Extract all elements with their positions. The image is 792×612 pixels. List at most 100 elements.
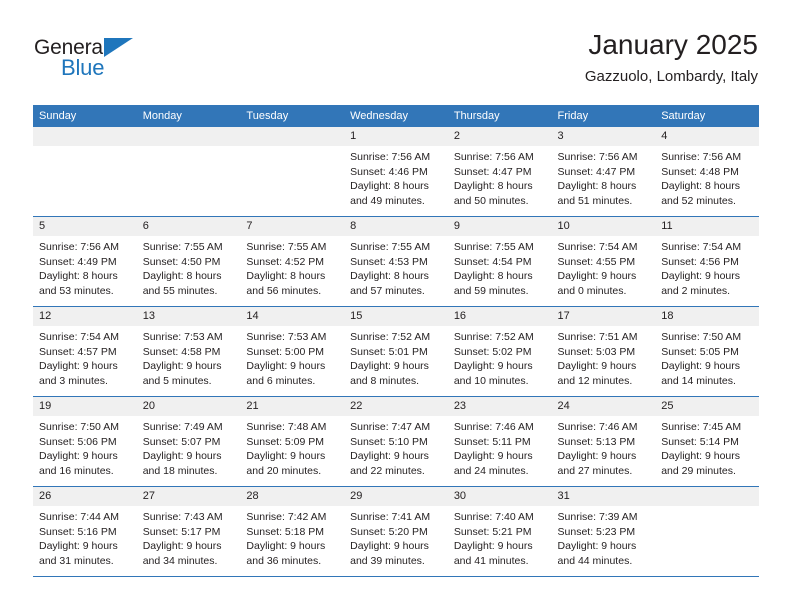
calendar-day-cell[interactable]: 7 Sunrise: 7:55 AM Sunset: 4:52 PM Daylight… xyxy=(240,216,345,307)
daylight-text-line1: Daylight: 9 hours xyxy=(350,540,429,553)
sunset-text: Sunset: 4:53 PM xyxy=(350,255,428,268)
weekday-header-friday: Friday xyxy=(551,105,656,127)
weekday-header-monday: Monday xyxy=(136,105,241,127)
day-details: Sunrise: 7:42 AM Sunset: 5:18 PM Daylight:… xyxy=(240,506,344,568)
calendar-day-cell[interactable]: 8 Sunrise: 7:55 AM Sunset: 4:53 PM Daylight… xyxy=(344,216,448,307)
sunset-text: Sunset: 4:47 PM xyxy=(557,165,636,178)
daylight-text-line1: Daylight: 9 hours xyxy=(39,540,118,553)
calendar-day-cell[interactable]: 3 Sunrise: 7:56 AM Sunset: 4:47 PM Daylight… xyxy=(551,127,656,217)
daylight-text-line2: and 39 minutes. xyxy=(350,554,425,567)
daylight-text-line2: and 53 minutes. xyxy=(39,284,114,297)
day-number: 17 xyxy=(551,307,656,326)
calendar-day-cell[interactable]: 23 Sunrise: 7:46 AM Sunset: 5:11 PM Dayligh… xyxy=(447,396,552,487)
sunrise-text: Sunrise: 7:54 AM xyxy=(661,241,742,253)
calendar-day-cell[interactable]: 27 Sunrise: 7:43 AM Sunset: 5:17 PM Dayligh… xyxy=(136,486,241,577)
sunset-text: Sunset: 5:16 PM xyxy=(39,525,117,538)
calendar-day-cell[interactable]: 11 Sunrise: 7:54 AM Sunset: 4:56 PM Dayligh… xyxy=(655,216,759,307)
sunset-text: Sunset: 4:58 PM xyxy=(142,345,221,358)
calendar-day-cell[interactable]: 28 Sunrise: 7:42 AM Sunset: 5:18 PM Dayligh… xyxy=(240,486,345,577)
day-details: Sunrise: 7:55 AM Sunset: 4:52 PM Daylight:… xyxy=(240,236,344,298)
day-number: 11 xyxy=(655,217,759,236)
calendar-day-cell[interactable]: 20 Sunrise: 7:49 AM Sunset: 5:07 PM Dayligh… xyxy=(136,396,241,487)
daylight-text-line1: Daylight: 9 hours xyxy=(453,540,533,553)
sunset-text: Sunset: 4:48 PM xyxy=(661,165,739,178)
calendar-day-cell[interactable]: 25 Sunrise: 7:45 AM Sunset: 5:14 PM Dayligh… xyxy=(655,396,759,487)
day-details: Sunrise: 7:54 AM Sunset: 4:55 PM Daylight:… xyxy=(552,236,656,298)
calendar-day-cell[interactable]: 17 Sunrise: 7:51 AM Sunset: 5:03 PM Dayligh… xyxy=(551,306,656,397)
calendar-day-cell[interactable]: 10 Sunrise: 7:54 AM Sunset: 4:55 PM Dayligh… xyxy=(551,216,656,307)
sunset-text: Sunset: 4:46 PM xyxy=(350,165,428,178)
sunset-text: Sunset: 4:56 PM xyxy=(661,255,739,268)
day-number: 9 xyxy=(447,217,552,236)
calendar-day-cell[interactable]: 30 Sunrise: 7:40 AM Sunset: 5:21 PM Dayligh… xyxy=(447,486,552,577)
daylight-text-line2: and 57 minutes. xyxy=(350,284,425,297)
calendar-day-cell[interactable]: 6 Sunrise: 7:55 AM Sunset: 4:50 PM Daylight… xyxy=(136,216,241,307)
calendar-day-cell[interactable]: 9 Sunrise: 7:55 AM Sunset: 4:54 PM Daylight… xyxy=(447,216,552,307)
sunset-text: Sunset: 4:50 PM xyxy=(142,255,221,268)
sunset-text: Sunset: 4:54 PM xyxy=(453,255,532,268)
day-details: Sunrise: 7:54 AM Sunset: 4:57 PM Daylight:… xyxy=(33,326,137,388)
calendar-day-cell[interactable]: 14 Sunrise: 7:53 AM Sunset: 5:00 PM Dayligh… xyxy=(240,306,345,397)
day-details: Sunrise: 7:55 AM Sunset: 4:54 PM Daylight:… xyxy=(448,236,552,298)
calendar-day-cell[interactable]: 2 Sunrise: 7:56 AM Sunset: 4:47 PM Daylight… xyxy=(447,127,552,217)
day-details: Sunrise: 7:56 AM Sunset: 4:49 PM Daylight:… xyxy=(33,236,137,298)
sunset-text: Sunset: 4:57 PM xyxy=(39,345,117,358)
daylight-text-line2: and 56 minutes. xyxy=(246,284,322,297)
calendar-day-cell[interactable]: 5 Sunrise: 7:56 AM Sunset: 4:49 PM Daylight… xyxy=(33,216,137,307)
calendar-day-cell[interactable]: 31 Sunrise: 7:39 AM Sunset: 5:23 PM Dayligh… xyxy=(551,486,656,577)
weekday-header-saturday: Saturday xyxy=(655,105,759,127)
calendar-day-cell[interactable]: 1 Sunrise: 7:56 AM Sunset: 4:46 PM Daylight… xyxy=(344,127,448,217)
calendar-day-cell[interactable]: 29 Sunrise: 7:41 AM Sunset: 5:20 PM Dayligh… xyxy=(344,486,448,577)
sunset-text: Sunset: 4:49 PM xyxy=(39,255,117,268)
day-details: Sunrise: 7:45 AM Sunset: 5:14 PM Daylight:… xyxy=(655,416,759,478)
day-details: Sunrise: 7:48 AM Sunset: 5:09 PM Daylight:… xyxy=(240,416,344,478)
calendar-day-cell[interactable]: 22 Sunrise: 7:47 AM Sunset: 5:10 PM Dayligh… xyxy=(344,396,448,487)
daylight-text-line2: and 59 minutes. xyxy=(453,284,529,297)
sunset-text: Sunset: 5:02 PM xyxy=(453,345,532,358)
sunset-text: Sunset: 5:00 PM xyxy=(246,345,325,358)
calendar-page: General Blue January 2025 Gazzuolo, Lomb… xyxy=(0,0,792,612)
calendar-empty-cell xyxy=(33,127,137,217)
sunrise-text: Sunrise: 7:42 AM xyxy=(246,511,327,523)
sunrise-text: Sunrise: 7:45 AM xyxy=(661,421,742,433)
day-details: Sunrise: 7:53 AM Sunset: 5:00 PM Daylight:… xyxy=(240,326,344,388)
day-number: 3 xyxy=(551,127,656,146)
calendar-day-cell[interactable]: 21 Sunrise: 7:48 AM Sunset: 5:09 PM Dayligh… xyxy=(240,396,345,487)
daylight-text-line1: Daylight: 9 hours xyxy=(661,270,741,283)
daylight-text-line2: and 55 minutes. xyxy=(142,284,218,297)
daylight-text-line1: Daylight: 8 hours xyxy=(142,270,222,283)
day-details: Sunrise: 7:47 AM Sunset: 5:10 PM Daylight:… xyxy=(344,416,448,478)
day-number: 22 xyxy=(344,397,448,416)
calendar-day-cell[interactable]: 24 Sunrise: 7:46 AM Sunset: 5:13 PM Dayligh… xyxy=(551,396,656,487)
sunrise-text: Sunrise: 7:49 AM xyxy=(142,421,223,433)
calendar-day-cell[interactable]: 15 Sunrise: 7:52 AM Sunset: 5:01 PM Dayligh… xyxy=(344,306,448,397)
day-details: Sunrise: 7:55 AM Sunset: 4:50 PM Daylight:… xyxy=(137,236,241,298)
calendar-day-cell[interactable]: 12 Sunrise: 7:54 AM Sunset: 4:57 PM Dayligh… xyxy=(33,306,137,397)
sunset-text: Sunset: 5:13 PM xyxy=(557,435,636,448)
day-number: 21 xyxy=(240,397,345,416)
day-details: Sunrise: 7:55 AM Sunset: 4:53 PM Daylight:… xyxy=(344,236,448,298)
calendar-day-cell[interactable]: 19 Sunrise: 7:50 AM Sunset: 5:06 PM Dayligh… xyxy=(33,396,137,487)
calendar-day-cell[interactable]: 18 Sunrise: 7:50 AM Sunset: 5:05 PM Dayligh… xyxy=(655,306,759,397)
calendar-week-row: 12 Sunrise: 7:54 AM Sunset: 4:57 PM Dayligh… xyxy=(33,306,759,397)
day-number: 2 xyxy=(447,127,552,146)
daylight-text-line1: Daylight: 9 hours xyxy=(142,540,222,553)
calendar-day-cell[interactable]: 4 Sunrise: 7:56 AM Sunset: 4:48 PM Daylight… xyxy=(655,127,759,217)
calendar-day-cell[interactable]: 13 Sunrise: 7:53 AM Sunset: 4:58 PM Dayligh… xyxy=(136,306,241,397)
sunset-text: Sunset: 4:52 PM xyxy=(246,255,325,268)
day-number: 15 xyxy=(344,307,448,326)
day-details: Sunrise: 7:51 AM Sunset: 5:03 PM Daylight:… xyxy=(552,326,656,388)
day-number: 14 xyxy=(240,307,345,326)
sunrise-text: Sunrise: 7:41 AM xyxy=(350,511,431,523)
day-details: Sunrise: 7:44 AM Sunset: 5:16 PM Daylight:… xyxy=(33,506,137,568)
sunrise-text: Sunrise: 7:52 AM xyxy=(453,331,534,343)
day-number: 6 xyxy=(136,217,241,236)
daylight-text-line1: Daylight: 8 hours xyxy=(350,180,429,193)
daylight-text-line1: Daylight: 8 hours xyxy=(557,180,637,193)
page-title: January 2025 xyxy=(588,29,758,60)
daylight-text-line2: and 12 minutes. xyxy=(557,374,633,387)
calendar-day-cell[interactable]: 16 Sunrise: 7:52 AM Sunset: 5:02 PM Dayligh… xyxy=(447,306,552,397)
sunrise-text: Sunrise: 7:43 AM xyxy=(142,511,223,523)
sunrise-text: Sunrise: 7:47 AM xyxy=(350,421,431,433)
calendar-day-cell[interactable]: 26 Sunrise: 7:44 AM Sunset: 5:16 PM Dayligh… xyxy=(33,486,137,577)
